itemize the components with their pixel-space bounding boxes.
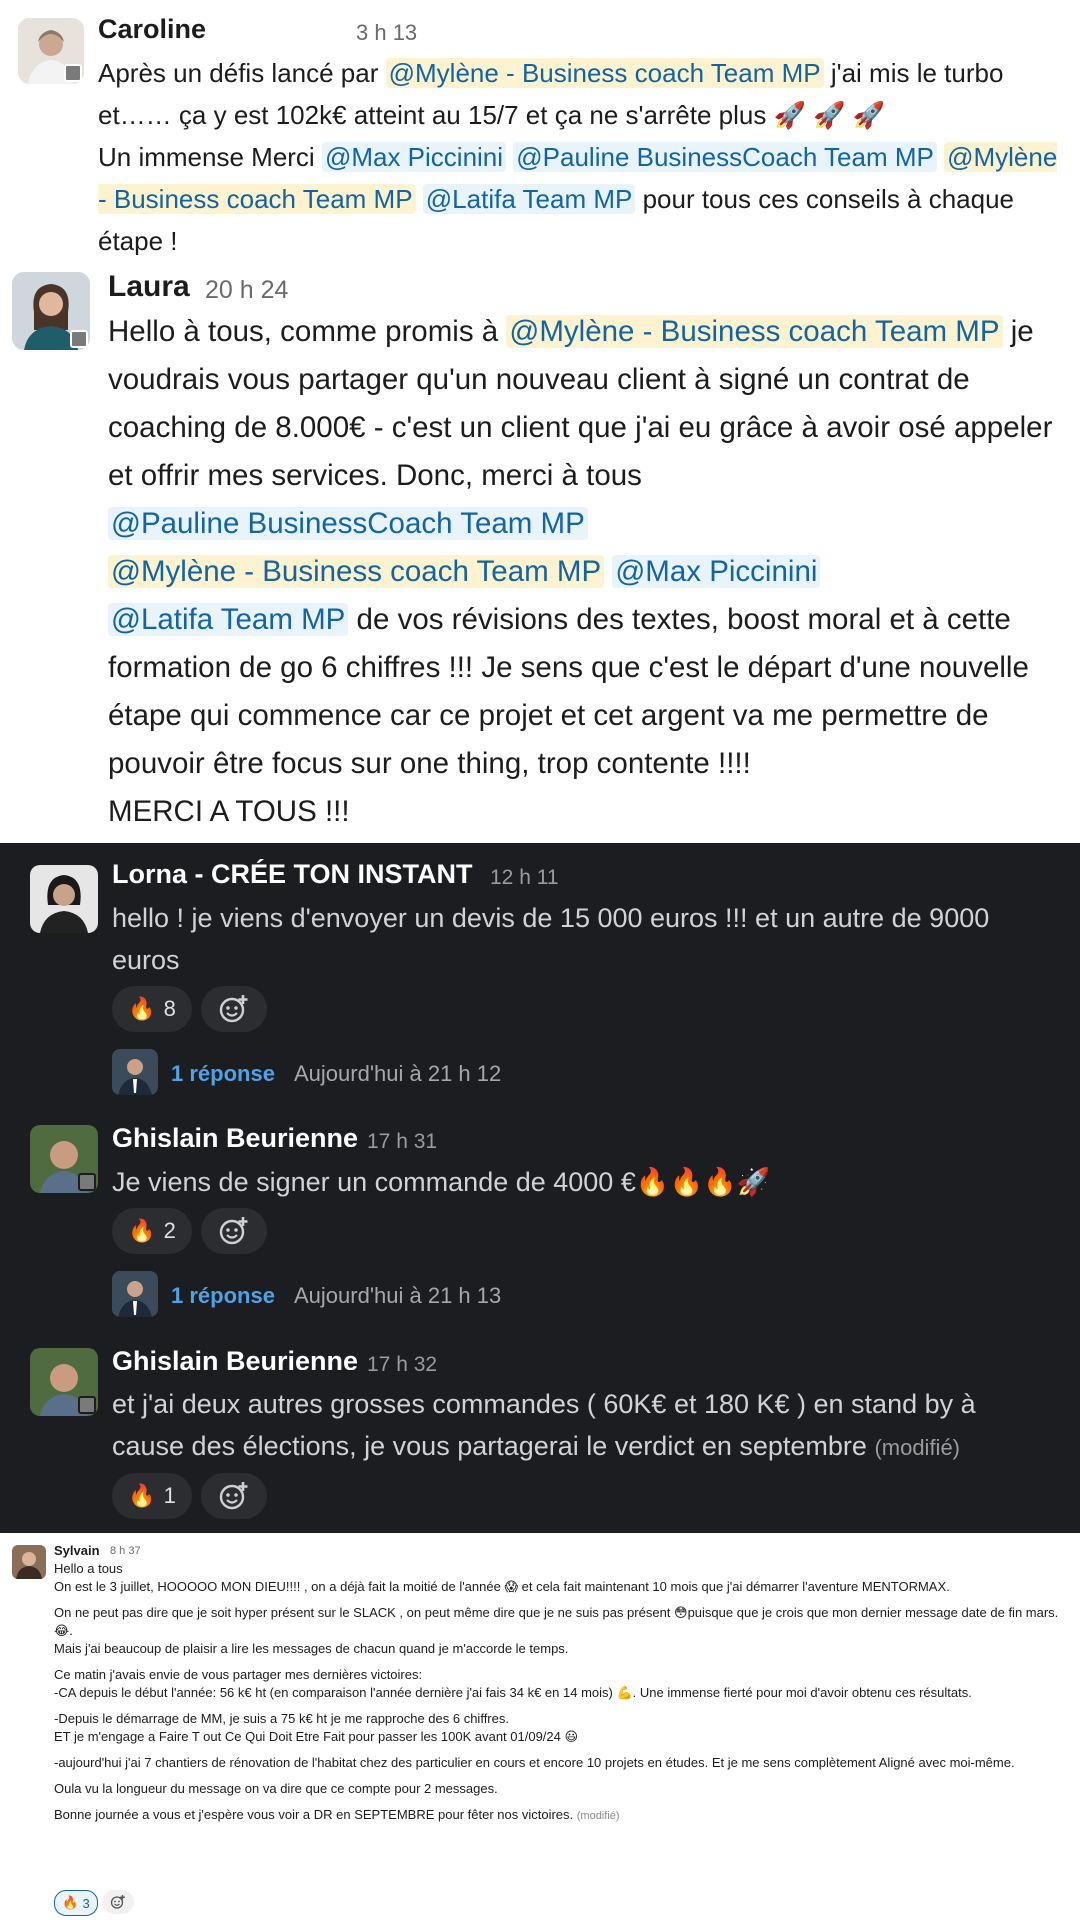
status-icon [70,330,88,348]
thread-replies-link[interactable]: 1 réponse [171,1283,275,1309]
add-reaction-icon [219,1217,248,1245]
paragraph: Hello a tous [54,1561,123,1576]
paragraph: Bonne journée a vous et j'espère vous vo… [54,1806,1074,1825]
edited-label: (modifié) [576,1810,620,1822]
add-reaction-button[interactable] [201,1208,267,1254]
paragraph: -CA depuis le début l'année: 56 k€ ht (e… [54,1685,972,1700]
add-reaction-button[interactable] [102,1890,134,1914]
mention-max[interactable]: @Max Piccinini [612,555,821,588]
add-reaction-icon [110,1895,125,1909]
author-name[interactable]: Laura [108,270,190,304]
paragraph: Mais j'ai beaucoup de plaisir a lire les… [54,1641,569,1656]
avatar[interactable] [12,272,90,350]
author-name[interactable]: Ghislain Beurienne [112,1123,358,1147]
paragraph: -Depuis le démarrage de MM, je suis a 75… [54,1711,509,1726]
avatar[interactable] [30,1348,98,1416]
add-reaction-icon [219,995,248,1023]
thread-replies-link[interactable]: 1 réponse [171,1061,275,1087]
mention-mylene[interactable]: @Mylène - Business coach Team MP [506,315,1003,348]
author-name[interactable]: Lorna - CRÉE TON INSTANT [112,859,473,890]
mention-mylene[interactable]: @Mylène - Business coach Team MP [385,58,824,88]
last-reply-time[interactable]: Aujourd'hui à 21 h 13 [294,1283,501,1309]
person-photo-icon [12,1545,46,1579]
status-icon [78,1173,96,1191]
fire-emoji: 🔥 [62,1895,79,1910]
paragraph: On est le 3 juillet, HOOOOO MON DIEU!!!!… [54,1579,950,1594]
message-text: Je viens de signer un commande de 4000 €… [112,1167,771,1197]
message-text: Hello à tous, comme promis à @Mylène - B… [108,308,1068,836]
paragraph: ET je m'engage a Faire T out Ce Qui Doit… [54,1729,579,1744]
text: Hello à tous, comme promis à [108,315,507,348]
add-reaction-icon [219,1482,248,1510]
message-text: Après un défis lancé par @Mylène - Busin… [98,52,1068,255]
timestamp[interactable]: 17 h 32 [367,1353,437,1377]
fire-reaction[interactable]: 🔥 3 [54,1890,98,1916]
status-icon [78,1396,96,1414]
timestamp[interactable]: 12 h 11 [490,866,559,890]
text: Un immense Merci [98,142,322,172]
text: Après un défis lancé par [98,58,386,88]
last-reply-time[interactable]: Aujourd'hui à 21 h 12 [294,1061,501,1087]
reaction-count: 2 [163,1218,176,1243]
dark-thread-panel: Lorna - CRÉE TON INSTANT 12 h 11 hello !… [0,843,1080,1533]
timestamp[interactable]: 3 h 13 [356,20,417,46]
timestamp[interactable]: 20 h 24 [205,276,288,305]
add-reaction-button[interactable] [201,1473,267,1519]
mention-latifa[interactable]: @Latifa Team MP [108,603,349,636]
fire-reaction[interactable]: 🔥 2 [112,1208,192,1254]
rocket-emoji: 🚀 🚀 🚀 [773,100,886,130]
fire-emoji: 🔥 [128,996,156,1021]
reaction-count: 1 [163,1483,176,1508]
author-name[interactable]: Caroline [98,14,206,45]
avatar[interactable] [30,1125,98,1193]
timestamp[interactable]: 17 h 31 [367,1130,437,1154]
avatar[interactable] [30,865,98,933]
timestamp[interactable]: 8 h 37 [110,1545,141,1557]
reaction-count: 8 [163,996,176,1021]
paragraph: Oula vu la longueur du message on va dir… [54,1781,498,1796]
add-reaction-button[interactable] [201,986,267,1032]
edited-label: (modifié) [874,1435,961,1460]
reaction-count: 3 [82,1895,90,1911]
fire-emoji: 🔥 [128,1218,156,1243]
text: MERCI A TOUS !!! [108,795,350,828]
message-laura: Laura 20 h 24 Hello à tous, comme promis… [0,258,1080,843]
author-name[interactable]: Ghislain Beurienne [112,1346,358,1370]
reply-avatar[interactable] [112,1049,158,1095]
message-text: Hello a tous On est le 3 juillet, HOOOOO… [54,1560,1074,1825]
avatar[interactable] [12,1545,46,1579]
mention-pauline[interactable]: @Pauline BusinessCoach Team MP [513,142,937,172]
mention-pauline[interactable]: @Pauline BusinessCoach Team MP [108,507,588,540]
mention-latifa[interactable]: @Latifa Team MP [422,184,636,214]
paragraph: -aujourd'hui j'ai 7 chantiers de rénovat… [54,1755,1015,1770]
fire-emoji: 🔥 [128,1483,156,1508]
fire-reaction[interactable]: 🔥 8 [112,986,192,1032]
person-photo-icon [112,1271,158,1317]
mention-mylene[interactable]: @Mylène - Business coach Team MP [108,555,605,588]
paragraph: On ne peut pas dire que je soit hyper pr… [54,1605,1059,1638]
text: Bonne journée a vous et j'espère vous vo… [54,1807,574,1822]
fire-reaction[interactable]: 🔥 1 [112,1473,192,1519]
message-text: hello ! je viens d'envoyer un devis de 1… [112,903,990,975]
person-photo-icon [112,1049,158,1095]
message-sylvain: Sylvain 8 h 37 Hello a tous On est le 3 … [0,1533,1080,1920]
mention-max[interactable]: @Max Piccinini [321,142,507,172]
status-icon [64,64,82,82]
reply-avatar[interactable] [112,1271,158,1317]
avatar[interactable] [18,18,84,84]
message-text: et j'ai deux autres grosses commandes ( … [112,1383,1052,1469]
text: et j'ai deux autres grosses commandes ( … [112,1389,976,1461]
person-photo-icon [30,865,98,933]
paragraph: Ce matin j'avais envie de vous partager … [54,1667,423,1682]
author-name[interactable]: Sylvain [54,1543,100,1558]
message-caroline: Caroline 3 h 13 Après un défis lancé par… [0,0,1080,255]
